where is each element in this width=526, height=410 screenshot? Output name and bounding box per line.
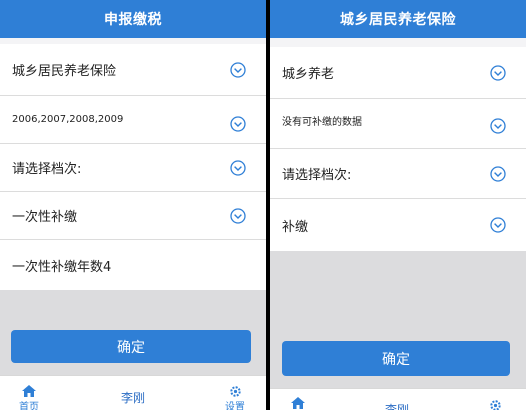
home-icon [22, 385, 36, 397]
user-name: 李刚 [384, 403, 409, 410]
page-title: 申报缴税 [0, 0, 266, 38]
payment-years-value: 一次性补缴年数4 [12, 259, 112, 275]
no-data-message: 没有可补缴的数据 [282, 117, 362, 128]
action-area: 确定 [0, 290, 266, 375]
page-title: 城乡居民养老保险 [270, 0, 526, 38]
chevron-down-icon [230, 61, 246, 78]
tab-settings[interactable]: 设置 [220, 385, 250, 410]
tab-settings-label: 设置 [225, 402, 245, 410]
gear-icon [229, 386, 241, 397]
grade-placeholder: 请选择档次: [282, 168, 352, 183]
grade-placeholder: 请选择档次: [12, 162, 82, 177]
insurance-type-select[interactable]: 城乡居民养老保险 [0, 44, 266, 96]
payment-method-select[interactable]: 补缴 [270, 199, 526, 251]
tab-home[interactable]: 首页 [14, 384, 44, 410]
insurance-type-select[interactable]: 城乡养老 [270, 47, 526, 99]
tab-user[interactable]: 李刚 [108, 389, 158, 406]
user-name: 李刚 [120, 391, 145, 405]
right-phone-screen: 城乡居民养老保险 城乡养老 没有可补缴的数据 请选择档次: 补缴 确定 李刚 [270, 0, 526, 410]
bottom-tab-bar: 李刚 [270, 388, 526, 410]
years-value: 2006,2007,2008,2009 [12, 114, 124, 125]
years-select[interactable]: 2006,2007,2008,2009 [0, 96, 266, 144]
tab-user[interactable]: 李刚 [372, 401, 422, 410]
payment-method-value: 补缴 [282, 219, 309, 235]
chevron-down-icon [230, 159, 246, 176]
chevron-down-icon [490, 64, 506, 81]
payment-method-select[interactable]: 一次性补缴 [0, 192, 266, 240]
payment-years-field[interactable]: 一次性补缴年数4 [0, 240, 266, 290]
chevron-down-icon [230, 116, 246, 132]
form-card: 城乡居民养老保险 2006,2007,2008,2009 请选择档次: 一次性补… [0, 44, 266, 290]
confirm-button[interactable]: 确定 [11, 330, 251, 363]
bottom-tab-bar: 首页 李刚 设置 [0, 375, 266, 410]
home-icon [291, 397, 305, 409]
tab-home-label: 首页 [19, 402, 39, 410]
grade-select[interactable]: 请选择档次: [0, 144, 266, 192]
form-card: 城乡养老 没有可补缴的数据 请选择档次: 补缴 [270, 47, 526, 251]
payment-method-value: 一次性补缴 [12, 210, 78, 225]
insurance-type-value: 城乡养老 [282, 67, 335, 82]
action-area: 确定 [270, 251, 526, 388]
tab-settings[interactable] [480, 399, 510, 410]
chevron-down-icon [490, 118, 506, 135]
insurance-type-value: 城乡居民养老保险 [12, 64, 117, 79]
gear-icon [489, 400, 501, 410]
tab-home[interactable] [288, 396, 308, 410]
left-phone-screen: 申报缴税 城乡居民养老保险 2006,2007,2008,2009 请选择档次:… [0, 0, 266, 410]
chevron-down-icon [490, 165, 506, 182]
chevron-down-icon [490, 217, 506, 233]
grade-select[interactable]: 请选择档次: [270, 149, 526, 199]
years-select[interactable]: 没有可补缴的数据 [270, 99, 526, 149]
chevron-down-icon [230, 207, 246, 224]
confirm-button[interactable]: 确定 [282, 341, 510, 376]
